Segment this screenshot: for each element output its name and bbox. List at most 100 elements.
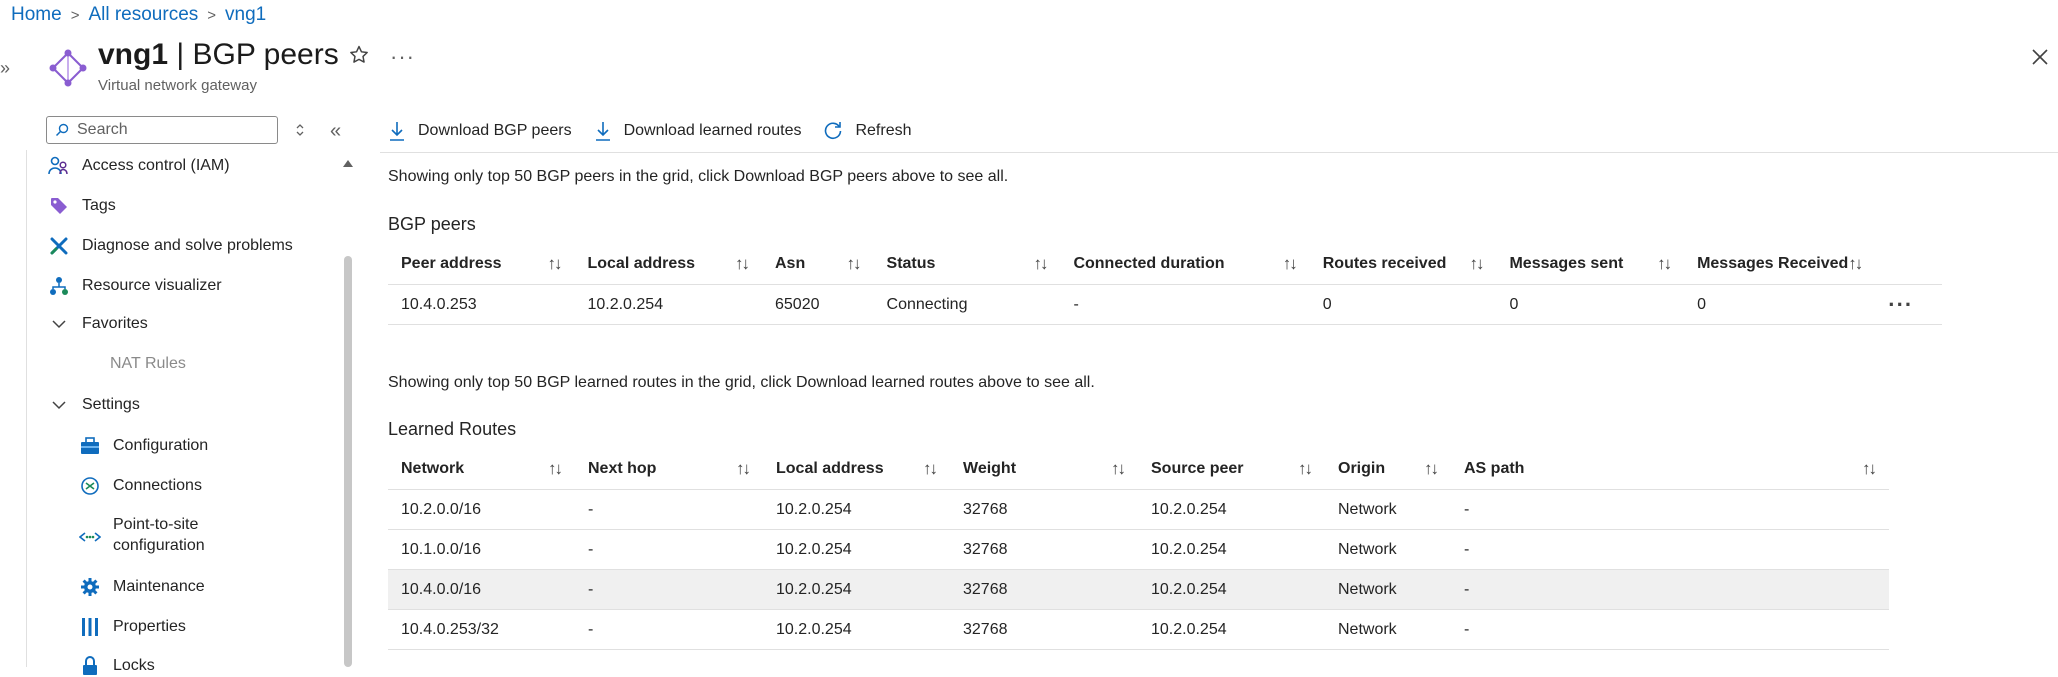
column-header[interactable]: Origin ↑↓	[1325, 449, 1451, 490]
cell-messages-sent: 0	[1496, 284, 1685, 325]
column-header[interactable]: Weight ↑↓	[950, 449, 1138, 490]
cell-connected-duration: -	[1060, 284, 1310, 325]
row-more-icon[interactable]: ···	[1875, 284, 1942, 325]
sidebar-item-connections[interactable]: Connections	[79, 475, 202, 497]
sort-icon[interactable]: ↑↓	[1033, 254, 1048, 274]
sidebar-item-maintenance[interactable]: Maintenance	[79, 576, 205, 598]
sort-icon[interactable]: ↑↓	[1111, 459, 1126, 479]
sort-icon[interactable]: ↑↓	[1862, 459, 1877, 479]
column-header[interactable]: Status ↑↓	[873, 244, 1061, 285]
sidebar-item-label: Resource visualizer	[82, 277, 222, 294]
breadcrumb-vng1[interactable]: vng1	[225, 4, 266, 26]
virtual-network-gateway-icon	[48, 48, 88, 88]
sidebar-item-label: Locks	[113, 657, 155, 674]
sort-icon[interactable]: ↑↓	[1657, 254, 1672, 274]
connections-icon	[79, 475, 101, 497]
column-header[interactable]: Messages sent ↑↓	[1496, 244, 1685, 285]
breadcrumb-all-resources[interactable]: All resources	[88, 4, 198, 26]
sidebar-item-nat-rules[interactable]: NAT Rules	[110, 355, 186, 373]
download-bgp-peers-button[interactable]: Download BGP peers	[388, 121, 572, 141]
table-row[interactable]: 10.4.0.253/32-10.2.0.254 32768 10.2.0.254 N…	[388, 609, 1889, 650]
cell-origin: Network	[1325, 489, 1451, 530]
sort-icon[interactable]: ↑↓	[1848, 254, 1863, 274]
cell-weight: 32768	[950, 569, 1138, 610]
column-header[interactable]: Local address ↑↓	[574, 244, 762, 285]
table-row[interactable]: 10.1.0.0/16-10.2.0.254 32768 10.2.0.254 Net…	[388, 529, 1889, 570]
sidebar-item-resource-visualizer[interactable]: Resource visualizer	[48, 275, 222, 297]
cell-origin: Network	[1325, 529, 1451, 570]
sort-icon[interactable]: ↑↓	[736, 459, 751, 479]
column-header[interactable]: Local address ↑↓	[763, 449, 950, 490]
refresh-button[interactable]: Refresh	[823, 121, 912, 141]
sort-icon[interactable]: ↑↓	[1424, 459, 1439, 479]
sidebar-scrollbar-thumb[interactable]	[344, 256, 352, 667]
sort-icon[interactable]: ↑↓	[547, 254, 562, 274]
column-header[interactable]: Source peer ↑↓	[1138, 449, 1325, 490]
column-header[interactable]: AS path ↑↓	[1451, 449, 1889, 490]
sidebar-item-point-to-site[interactable]: Point-to-site configuration	[79, 514, 205, 556]
scroll-up-arrow[interactable]	[342, 158, 354, 168]
cell-next-hop: -	[575, 569, 763, 610]
column-header[interactable]: Messages Received ↑↓	[1684, 244, 1876, 285]
sidebar-item-label: Maintenance	[113, 578, 205, 595]
cell-messages-received: 0	[1684, 284, 1876, 325]
sidebar-item-tags[interactable]: Tags	[48, 195, 116, 217]
expand-collapse-all-icon[interactable]	[292, 122, 308, 138]
table-row[interactable]: 10.2.0.0/16-10.2.0.254 32768 10.2.0.254 Net…	[388, 489, 1889, 530]
cell-source-peer: 10.2.0.254	[1138, 609, 1325, 650]
column-header[interactable]: Routes received ↑↓	[1309, 244, 1497, 285]
sidebar-item-configuration[interactable]: Configuration	[79, 435, 208, 457]
more-options-icon[interactable]: ···	[390, 44, 415, 70]
sort-icon[interactable]: ↑↓	[1469, 254, 1484, 274]
chevron-right-icon: >	[207, 6, 217, 24]
sidebar-item-label: Properties	[113, 618, 186, 635]
breadcrumb-home[interactable]: Home	[11, 4, 62, 26]
page-name: BGP peers	[192, 38, 339, 71]
refresh-icon	[825, 122, 842, 140]
column-header[interactable]: Network ↑↓	[388, 449, 575, 490]
sort-icon[interactable]: ↑↓	[847, 254, 862, 274]
bgp-peers-table: Peer address ↑↓ Local address ↑↓ Asn ↑↓ Sta…	[388, 244, 1942, 325]
close-icon[interactable]	[2030, 47, 2052, 69]
sort-icon[interactable]: ↑↓	[923, 459, 938, 479]
cell-local-address: 10.2.0.254	[763, 489, 950, 530]
sidebar-group-favorites[interactable]: Favorites	[48, 313, 148, 335]
cell-as-path: -	[1451, 569, 1889, 610]
expand-menu-icon[interactable]: »	[0, 58, 10, 79]
search-input[interactable]	[75, 120, 269, 140]
cell-next-hop: -	[575, 609, 763, 650]
cell-source-peer: 10.2.0.254	[1138, 489, 1325, 530]
cell-network: 10.2.0.0/16	[388, 489, 575, 530]
sidebar-item-properties[interactable]: Properties	[79, 616, 186, 638]
menu-search-box[interactable]	[46, 116, 278, 144]
resource-name: vng1	[98, 38, 169, 71]
sidebar-item-label: Configuration	[113, 437, 209, 454]
collapse-menu-icon[interactable]: «	[330, 120, 341, 143]
download-learned-routes-button[interactable]: Download learned routes	[594, 121, 801, 141]
sort-icon[interactable]: ↑↓	[1283, 254, 1298, 274]
column-header[interactable]: Connected duration ↑↓	[1060, 244, 1310, 285]
sort-icon[interactable]: ↑↓	[1298, 459, 1313, 479]
sort-icon[interactable]: ↑↓	[548, 459, 563, 479]
sidebar-item-diagnose[interactable]: Diagnose and solve problems	[48, 235, 293, 257]
command-bar: Download BGP peers Download learned rout…	[388, 115, 934, 147]
column-header[interactable]: Next hop ↑↓	[575, 449, 763, 490]
tag-icon	[48, 195, 70, 217]
sidebar-item-access-control[interactable]: Access control (IAM)	[48, 155, 230, 177]
table-row[interactable]: 10.4.0.0/16-10.2.0.254 32768 10.2.0.254 Net…	[388, 569, 1889, 610]
page-subtitle: Virtual network gateway	[98, 77, 257, 94]
cell-routes-received: 0	[1309, 284, 1497, 325]
cell-asn: 65020	[762, 284, 874, 325]
sidebar-item-label: Point-to-site configuration	[113, 514, 205, 556]
column-header[interactable]: Asn ↑↓	[762, 244, 874, 285]
column-header[interactable]: Peer address ↑↓	[388, 244, 575, 285]
wrench-icon	[48, 235, 70, 257]
star-icon[interactable]	[348, 44, 372, 68]
sort-icon[interactable]: ↑↓	[735, 254, 750, 274]
toolbar-divider	[380, 152, 2058, 153]
sidebar-item-locks[interactable]: Locks	[79, 655, 155, 677]
sidebar-group-settings[interactable]: Settings	[48, 394, 140, 416]
table-row[interactable]: 10.4.0.253 10.2.0.254 65020 Connecting -…	[388, 284, 1942, 325]
cell-as-path: -	[1451, 529, 1889, 570]
title-separator: |	[176, 38, 185, 71]
